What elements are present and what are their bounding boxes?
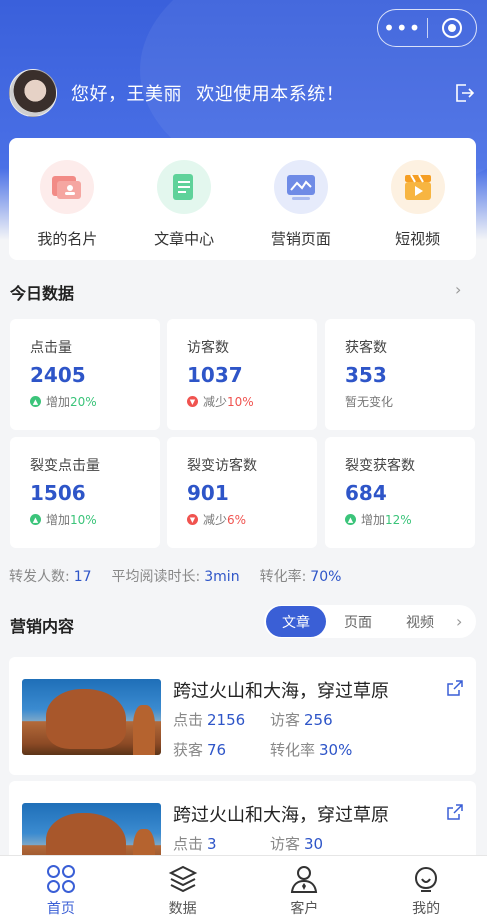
stat-trend: ▲ 增加 20% [30, 393, 160, 410]
arrow-up-icon: ▲ [30, 396, 41, 407]
avg-read-time: 平均阅读时长: 3min [111, 569, 240, 585]
stat-value: 901 [187, 481, 229, 505]
user-greeting: 您好，王美丽 欢迎使用本系统！ [9, 69, 344, 117]
shortcut-business-card[interactable]: 我的名片 [9, 138, 126, 260]
bottom-tabbar: 首页 数据 客户 我的 [0, 855, 487, 922]
home-grid-icon [46, 865, 75, 893]
stat-card-leads[interactable]: 获客数 353 暂无变化 [325, 319, 475, 430]
article-title: 跨过火山和大海，穿过草原 [173, 681, 389, 702]
stat-trend: ▼ 减少 10% [187, 393, 317, 410]
stat-value: 1037 [187, 363, 243, 387]
stat-title: 裂变获客数 [345, 458, 415, 474]
stat-title: 获客数 [345, 340, 387, 356]
marketing-chart-icon [273, 160, 328, 214]
logout-icon[interactable] [453, 82, 475, 104]
stat-card-fission-visitors[interactable]: 裂变访客数 901 ▼ 减少 6% [167, 437, 317, 548]
shortcut-label: 营销页面 [270, 230, 331, 248]
forward-count: 转发人数: 17 [9, 569, 92, 585]
shortcut-label: 我的名片 [37, 230, 98, 248]
stat-title: 点击量 [30, 340, 72, 356]
share-icon[interactable] [446, 803, 464, 821]
tab-page[interactable]: 页面 [328, 606, 388, 637]
conversion-rate: 转化率: 70% [259, 569, 342, 585]
chevron-right-icon[interactable]: › [456, 612, 462, 631]
mini-program-capsule: ••• [377, 9, 477, 47]
stat-title: 裂变点击量 [30, 458, 100, 474]
tab-video[interactable]: 视频 [390, 606, 450, 637]
article-thumbnail [22, 679, 161, 755]
shortcut-marketing-page[interactable]: 营销页面 [243, 138, 360, 260]
article-scroll-icon [157, 160, 212, 214]
greeting-text: 您好，王美丽 [71, 84, 182, 105]
stat-value: 1506 [30, 481, 86, 505]
article-stats-row: 获客 76 转化率 30% [173, 741, 353, 759]
share-icon[interactable] [446, 679, 464, 697]
stat-card-fission-leads[interactable]: 裂变获客数 684 ▲ 增加 12% [325, 437, 475, 548]
arrow-up-icon: ▲ [345, 514, 356, 525]
target-circle-icon[interactable] [427, 18, 476, 38]
stat-title: 裂变访客数 [187, 458, 257, 474]
arrow-down-icon: ▼ [187, 396, 198, 407]
arrow-down-icon: ▼ [187, 514, 198, 525]
clapperboard-icon [390, 160, 445, 214]
today-data-title: 今日数据 [10, 284, 75, 303]
tab-data[interactable]: 数据 [122, 856, 244, 922]
tab-customer[interactable]: 客户 [244, 856, 366, 922]
article-title: 跨过火山和大海，穿过草原 [173, 805, 389, 826]
article-stats-row: 点击 3 访客 30 [173, 835, 324, 853]
stat-value: 353 [345, 363, 387, 387]
more-dots-icon[interactable]: ••• [378, 18, 427, 38]
stat-trend: 暂无变化 [345, 395, 394, 409]
welcome-text: 欢迎使用本系统！ [196, 84, 345, 105]
content-tabs: 文章 页面 视频 › [264, 605, 476, 638]
customer-icon [291, 866, 318, 893]
stat-value: 684 [345, 481, 387, 505]
marketing-content-title: 营销内容 [10, 617, 75, 636]
stat-card-clicks[interactable]: 点击量 2405 ▲ 增加 20% [10, 319, 160, 430]
shortcut-label: 短视频 [395, 230, 441, 248]
tab-home[interactable]: 首页 [0, 856, 122, 922]
chevron-right-icon[interactable]: › [455, 280, 461, 299]
summary-line: 转发人数: 17 平均阅读时长: 3min 转化率: 70% [9, 566, 361, 586]
arrow-up-icon: ▲ [30, 514, 41, 525]
stat-trend: ▲ 增加 12% [345, 511, 475, 528]
stat-card-fission-clicks[interactable]: 裂变点击量 1506 ▲ 增加 10% [10, 437, 160, 548]
stat-trend: ▲ 增加 10% [30, 511, 160, 528]
stat-trend: ▼ 减少 6% [187, 511, 317, 528]
shortcut-article-center[interactable]: 文章中心 [126, 138, 243, 260]
layers-icon [168, 865, 197, 893]
article-stats-row: 点击 2156 访客 256 [173, 711, 333, 729]
business-card-icon [40, 160, 95, 214]
shortcut-label: 文章中心 [154, 230, 215, 248]
stat-card-visitors[interactable]: 访客数 1037 ▼ 减少 10% [167, 319, 317, 430]
tab-article[interactable]: 文章 [266, 606, 326, 637]
stat-title: 访客数 [187, 340, 229, 356]
shortcut-panel: 我的名片 文章中心 营销页面 短视频 [9, 138, 476, 260]
tab-mine[interactable]: 我的 [365, 856, 487, 922]
stat-value: 2405 [30, 363, 86, 387]
avatar[interactable] [9, 69, 57, 117]
profile-icon [415, 867, 438, 892]
article-card[interactable]: 跨过火山和大海，穿过草原 点击 2156 访客 256 获客 76 转化率 30% [9, 657, 476, 775]
shortcut-short-video[interactable]: 短视频 [359, 138, 476, 260]
